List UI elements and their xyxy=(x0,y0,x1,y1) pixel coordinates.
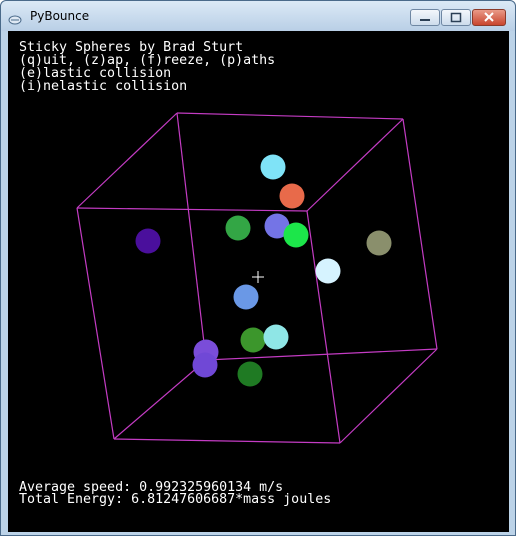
python-app-icon xyxy=(8,10,22,25)
sphere xyxy=(263,324,289,350)
sphere xyxy=(260,154,286,180)
close-icon xyxy=(484,12,494,22)
sphere xyxy=(192,352,218,378)
cube-edge xyxy=(306,210,341,444)
cube-edge xyxy=(76,207,308,212)
cube-edge xyxy=(176,112,404,120)
cube-scene xyxy=(76,112,438,444)
window-title: PyBounce xyxy=(30,9,90,23)
minimize-button[interactable] xyxy=(410,9,440,26)
maximize-icon xyxy=(450,12,462,23)
sphere xyxy=(135,228,161,254)
total-energy-readout: Total Energy: 6.81247606687*mass joules xyxy=(19,492,332,507)
sphere xyxy=(240,327,266,353)
crosshair-icon xyxy=(252,271,264,283)
cube-edge xyxy=(113,438,341,444)
cube-edge xyxy=(306,118,404,212)
sphere xyxy=(366,230,392,256)
close-button[interactable] xyxy=(472,9,506,26)
sphere xyxy=(283,222,309,248)
cube-edge xyxy=(113,359,207,440)
minimize-icon xyxy=(420,19,430,21)
app-window: PyBounce Sticky Spheres by Brad Sturt (q… xyxy=(0,0,516,536)
cube-edge xyxy=(176,112,207,361)
inelastic-hint: (i)nelastic collision xyxy=(19,79,188,94)
maximize-button[interactable] xyxy=(441,9,471,26)
cube-edge xyxy=(205,348,438,361)
sphere xyxy=(315,258,341,284)
cube-edge xyxy=(76,207,115,440)
cube-edge xyxy=(402,118,438,350)
sphere xyxy=(225,215,251,241)
sphere xyxy=(237,361,263,387)
simulation-canvas[interactable]: Sticky Spheres by Brad Sturt (q)uit, (z)… xyxy=(8,31,509,532)
sphere xyxy=(233,284,259,310)
cube-edge xyxy=(76,112,178,209)
title-bar[interactable]: PyBounce xyxy=(1,1,515,31)
cube-edge xyxy=(339,348,438,444)
sphere xyxy=(279,183,305,209)
